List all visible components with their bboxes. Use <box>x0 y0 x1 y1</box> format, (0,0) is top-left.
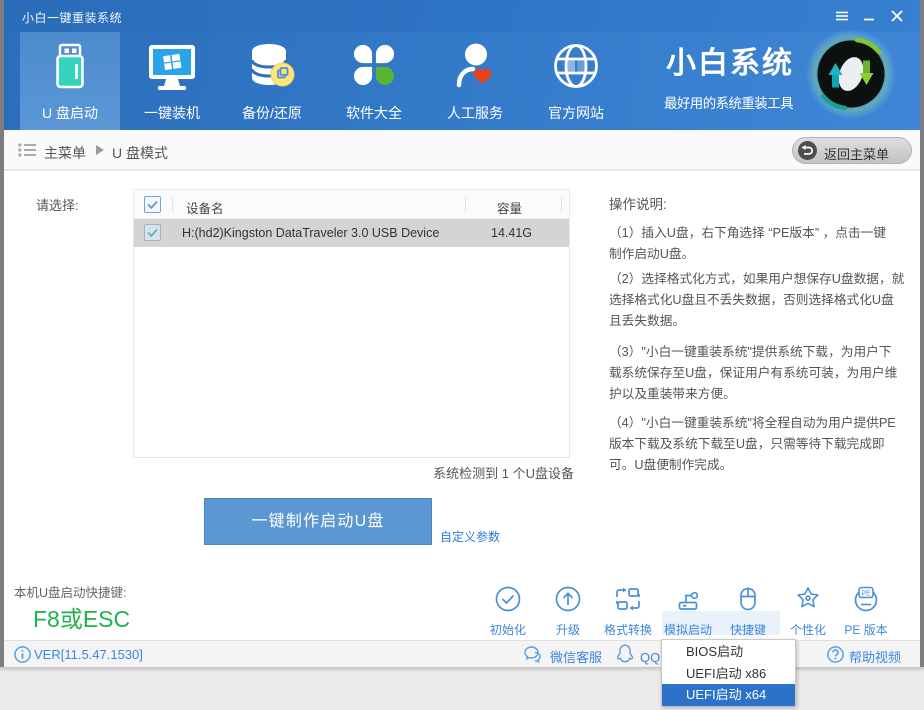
svg-text:PE: PE <box>861 590 871 597</box>
